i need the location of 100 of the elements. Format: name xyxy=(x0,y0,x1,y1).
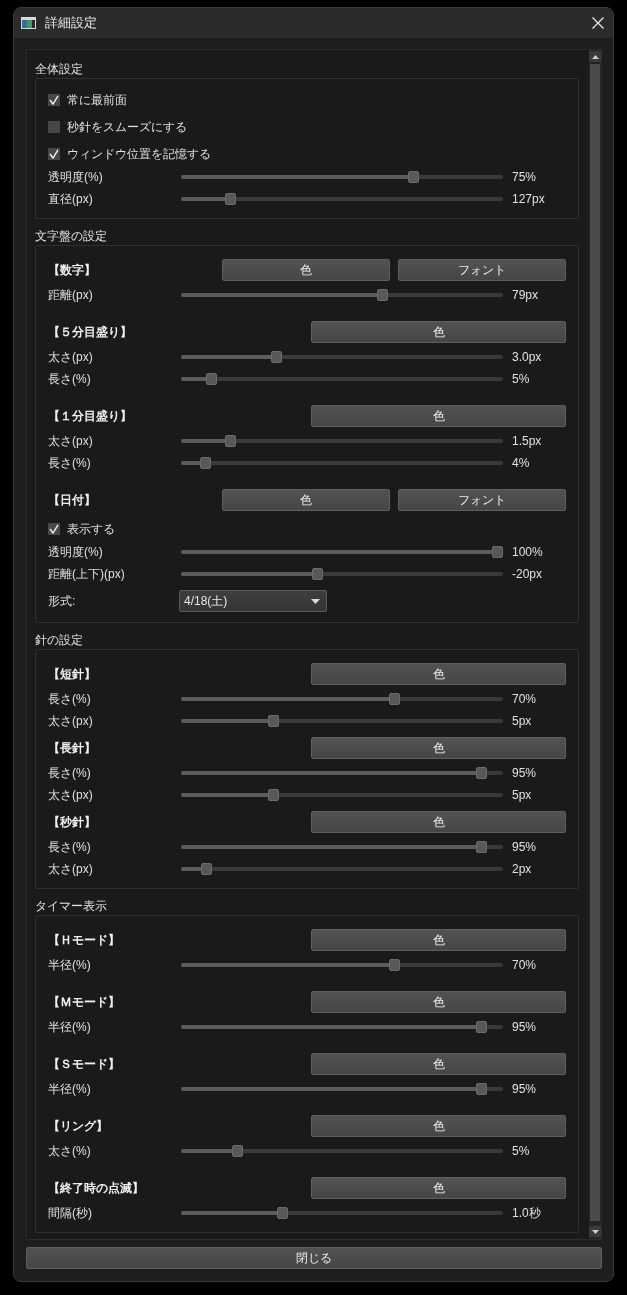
slider-thumb[interactable] xyxy=(224,435,236,447)
slider-value: 5px xyxy=(512,788,532,802)
caret-icon xyxy=(311,598,320,604)
slider-thumb[interactable] xyxy=(311,568,323,580)
slider-value: 95% xyxy=(512,766,537,780)
slider-thumb[interactable] xyxy=(232,1145,244,1157)
slider-value: 95% xyxy=(512,1020,537,1034)
setting-label: 長さ(%) xyxy=(48,370,92,388)
scrollbar-thumb[interactable] xyxy=(590,64,600,1221)
slider-track[interactable] xyxy=(181,789,503,801)
window-icon xyxy=(21,17,36,29)
setting-label: 半径(%) xyxy=(48,1080,92,1098)
color-button[interactable]: 色 xyxy=(222,259,390,281)
slider-value: 95% xyxy=(512,1082,537,1096)
subsection-heading: 【１分目盛り】 xyxy=(48,407,132,425)
slider-thumb[interactable] xyxy=(205,373,217,385)
slider-track[interactable] xyxy=(181,193,503,205)
slider-track[interactable] xyxy=(181,959,503,971)
slider-thumb[interactable] xyxy=(224,193,236,205)
slider-thumb[interactable] xyxy=(376,289,388,301)
slider-track[interactable] xyxy=(181,435,503,447)
setting-label: 透明度(%) xyxy=(48,168,104,186)
setting-label: 直径(px) xyxy=(48,190,94,208)
check-icon xyxy=(49,149,59,159)
slider-track[interactable] xyxy=(181,546,503,558)
slider-track[interactable] xyxy=(181,351,503,363)
color-button[interactable]: 色 xyxy=(311,737,566,759)
subsection-heading: 【Ｍモード】 xyxy=(48,993,120,1011)
check-icon xyxy=(49,95,59,105)
subsection-heading: 【秒針】 xyxy=(48,813,96,831)
slider-track[interactable] xyxy=(181,1145,503,1157)
slider-thumb[interactable] xyxy=(408,171,419,183)
format-dropdown[interactable]: 4/18(土) xyxy=(179,590,327,612)
up-triangle-icon xyxy=(591,54,599,59)
color-button[interactable]: 色 xyxy=(311,811,566,833)
slider-track[interactable] xyxy=(181,1207,503,1219)
slider-value: 1.5px xyxy=(512,434,542,448)
slider-track[interactable] xyxy=(181,863,503,875)
checkbox[interactable] xyxy=(48,523,60,535)
slider-thumb[interactable] xyxy=(476,841,488,853)
slider-thumb[interactable] xyxy=(277,1207,289,1219)
checkbox[interactable] xyxy=(48,148,60,160)
slider-value: 5% xyxy=(512,372,530,386)
font-button[interactable]: フォント xyxy=(398,489,566,511)
slider-track[interactable] xyxy=(181,289,503,301)
slider-thumb[interactable] xyxy=(268,715,280,727)
slider-track[interactable] xyxy=(181,1083,503,1095)
checkbox[interactable] xyxy=(48,94,60,106)
color-button[interactable]: 色 xyxy=(311,1115,566,1137)
check-icon xyxy=(49,524,59,534)
slider-track[interactable] xyxy=(181,171,503,183)
subsection-heading: 【Ｓモード】 xyxy=(48,1055,120,1073)
slider-thumb[interactable] xyxy=(476,1021,488,1033)
slider-value: 4% xyxy=(512,456,530,470)
slider-thumb[interactable] xyxy=(389,693,401,705)
subsection-heading: 【５分目盛り】 xyxy=(48,323,132,341)
slider-value: 127px xyxy=(512,192,545,206)
slider-track[interactable] xyxy=(181,373,503,385)
color-button[interactable]: 色 xyxy=(311,321,566,343)
slider-track[interactable] xyxy=(181,841,503,853)
slider-thumb[interactable] xyxy=(268,789,280,801)
setting-label: 長さ(%) xyxy=(48,454,92,472)
slider-value: 95% xyxy=(512,840,537,854)
slider-thumb[interactable] xyxy=(199,457,211,469)
font-button[interactable]: フォント xyxy=(398,259,566,281)
slider-thumb[interactable] xyxy=(476,767,488,779)
slider-thumb[interactable] xyxy=(476,1083,488,1095)
color-button[interactable]: 色 xyxy=(311,663,566,685)
slider-value: 75% xyxy=(512,170,537,184)
color-button[interactable]: 色 xyxy=(311,929,566,951)
scroll-down-button[interactable] xyxy=(589,1226,601,1237)
setting-label: 半径(%) xyxy=(48,1018,92,1036)
slider-track[interactable] xyxy=(181,715,503,727)
close-icon[interactable] xyxy=(592,17,604,29)
slider-track[interactable] xyxy=(181,1021,503,1033)
color-button[interactable]: 色 xyxy=(311,1053,566,1075)
slider-value: 70% xyxy=(512,958,537,972)
slider-track[interactable] xyxy=(181,693,503,705)
color-button[interactable]: 色 xyxy=(311,1177,566,1199)
close-button[interactable]: 閉じる xyxy=(26,1247,602,1269)
slider-value: 70% xyxy=(512,692,537,706)
subsection-heading: 【数字】 xyxy=(48,261,96,279)
slider-thumb[interactable] xyxy=(271,351,283,363)
slider-value: 2px xyxy=(512,862,532,876)
color-button[interactable]: 色 xyxy=(311,405,566,427)
slider-track[interactable] xyxy=(181,568,503,580)
setting-label: 太さ(px) xyxy=(48,712,94,730)
setting-label: 太さ(px) xyxy=(48,348,94,366)
checkbox-label: 表示する xyxy=(67,520,115,538)
setting-label: 透明度(%) xyxy=(48,543,104,561)
checkbox[interactable] xyxy=(48,121,60,133)
slider-thumb[interactable] xyxy=(201,863,213,875)
scroll-up-button[interactable] xyxy=(589,51,601,62)
slider-thumb[interactable] xyxy=(492,546,503,558)
setting-label: 距離(上下)(px) xyxy=(48,565,126,583)
color-button[interactable]: 色 xyxy=(222,489,390,511)
color-button[interactable]: 色 xyxy=(311,991,566,1013)
slider-thumb[interactable] xyxy=(389,959,401,971)
slider-track[interactable] xyxy=(181,457,503,469)
slider-track[interactable] xyxy=(181,767,503,779)
